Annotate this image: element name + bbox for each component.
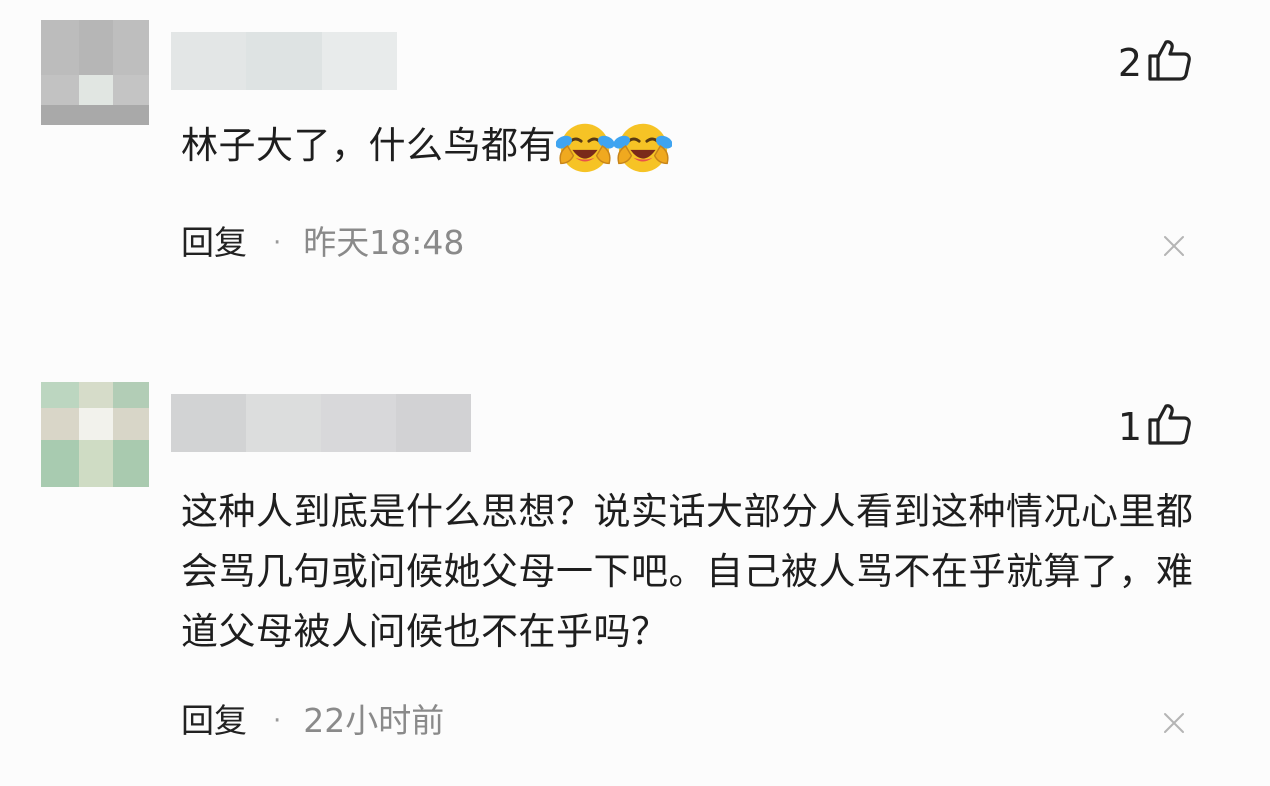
like-count: 1 bbox=[1117, 405, 1142, 449]
reply-button[interactable]: 回复 bbox=[181, 226, 247, 259]
username-blur-block bbox=[171, 394, 246, 452]
username-blur-block bbox=[171, 32, 247, 90]
thumbs-up-icon[interactable] bbox=[1146, 38, 1192, 82]
username-blur-block bbox=[246, 394, 321, 452]
comment-time: 22小时前 bbox=[303, 701, 445, 740]
avatar[interactable] bbox=[41, 382, 149, 487]
avatar-pixel bbox=[79, 20, 113, 75]
close-icon[interactable] bbox=[1163, 712, 1185, 734]
avatar-pixel bbox=[113, 105, 149, 125]
avatar-pixel bbox=[79, 440, 113, 487]
comment-text: 这种人到底是什么思想？说实话大部分人看到这种情况心里都会骂几句或问候她父母一下吧… bbox=[181, 490, 1194, 653]
avatar-pixel bbox=[79, 75, 113, 105]
thumbs-up-icon[interactable] bbox=[1146, 402, 1192, 446]
username-blurred[interactable] bbox=[171, 394, 471, 452]
avatar-pixel bbox=[113, 440, 149, 487]
avatar-pixel bbox=[79, 382, 113, 408]
comment-item: 1 这种人到底是什么思想？说实话大部分人看到这种情况心里都会骂几句或问候她父母一… bbox=[0, 362, 1270, 786]
comment-text: 林子大了，什么鸟都有 bbox=[181, 116, 1201, 176]
comment-meta: 回复 · 昨天18:48 bbox=[181, 226, 464, 259]
separator-dot: · bbox=[273, 227, 282, 258]
avatar-pixel bbox=[113, 382, 149, 408]
comment-meta: 回复 · 22小时前 bbox=[181, 704, 444, 737]
avatar-pixel bbox=[41, 20, 79, 75]
laughing-crying-emoji-icon bbox=[556, 123, 614, 173]
avatar[interactable] bbox=[41, 20, 149, 125]
username-blurred[interactable] bbox=[171, 32, 397, 90]
avatar-pixel bbox=[113, 75, 149, 105]
avatar-pixel bbox=[41, 75, 79, 105]
avatar-pixel bbox=[41, 440, 79, 487]
comment-item: 2 林子大了，什么鸟都有 回复 · 昨天18:48 bbox=[0, 0, 1270, 360]
username-blur-block bbox=[321, 394, 396, 452]
laughing-crying-emoji-icon bbox=[614, 123, 672, 173]
avatar-pixel bbox=[113, 20, 149, 75]
username-blur-block bbox=[396, 394, 471, 452]
avatar-pixel bbox=[41, 105, 79, 125]
comment-body: 林子大了，什么鸟都有 bbox=[181, 124, 556, 167]
username-blur-block bbox=[321, 32, 397, 90]
avatar-pixel bbox=[113, 408, 149, 440]
like-count: 2 bbox=[1117, 41, 1142, 85]
close-icon[interactable] bbox=[1163, 235, 1185, 257]
comment-time: 昨天18:48 bbox=[303, 223, 465, 262]
avatar-pixel bbox=[79, 408, 113, 440]
username-blur-block bbox=[246, 32, 322, 90]
avatar-pixel bbox=[41, 382, 79, 408]
reply-button[interactable]: 回复 bbox=[181, 704, 247, 737]
separator-dot: · bbox=[273, 705, 282, 736]
avatar-pixel bbox=[79, 105, 113, 125]
avatar-pixel bbox=[41, 408, 79, 440]
